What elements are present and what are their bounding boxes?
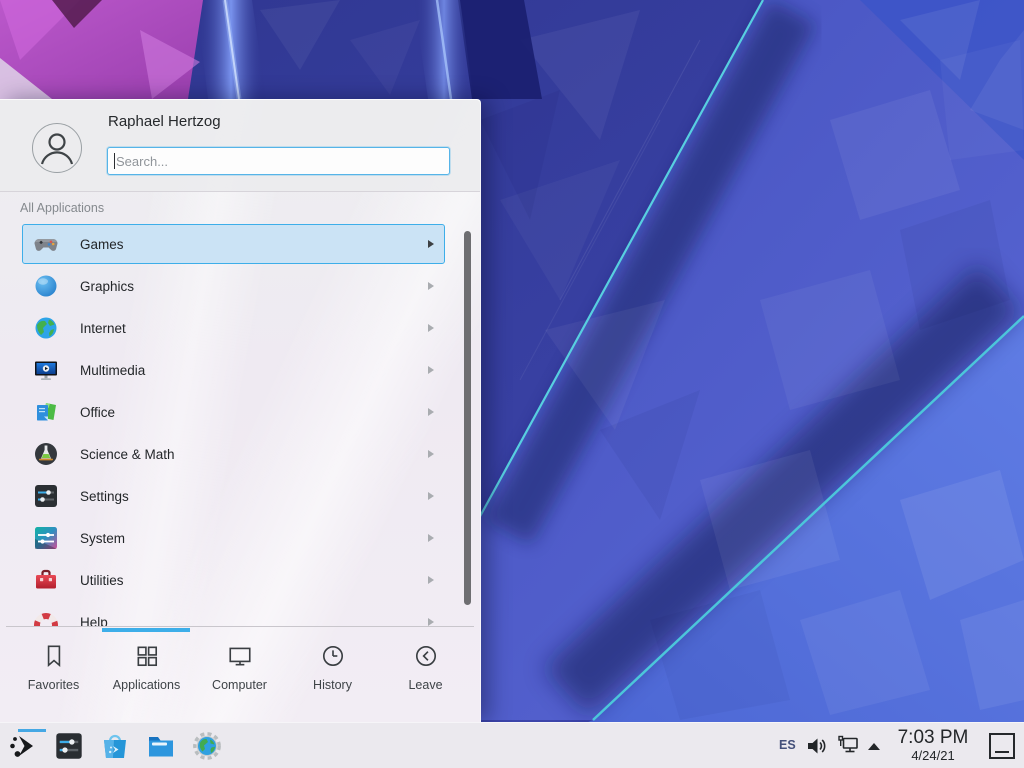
help-lifebuoy-icon (33, 609, 59, 626)
volume-tray-item[interactable] (805, 735, 827, 757)
monitor-icon (227, 643, 253, 669)
globe-icon (33, 315, 59, 341)
tab-label: Applications (113, 678, 180, 692)
application-category-list: Games Graphics (0, 224, 480, 626)
tab-applications[interactable]: Applications (100, 643, 193, 705)
clock-icon (320, 643, 346, 669)
launcher-header: Raphael Hertzog Search... (0, 100, 480, 192)
clock-date: 4/24/21 (888, 748, 978, 763)
menu-item-label: Multimedia (80, 363, 145, 378)
user-name: Raphael Hertzog (108, 113, 221, 130)
text-caret (114, 153, 115, 169)
tab-label: Computer (212, 678, 267, 692)
menu-item-label: Help (80, 615, 108, 627)
menu-item-internet[interactable]: Internet (22, 308, 445, 348)
network-icon (836, 734, 860, 758)
search-input[interactable]: Search... (107, 147, 450, 175)
system-settings-icon (54, 731, 84, 761)
digital-clock[interactable]: 7:03 PM 4/24/21 (888, 727, 978, 763)
tab-label: History (313, 678, 352, 692)
grid-icon (134, 643, 160, 669)
submenu-arrow-icon (428, 408, 434, 416)
footer-separator (6, 626, 474, 627)
active-task-indicator (18, 729, 46, 732)
desktop-screen: Raphael Hertzog Search... All Applicatio… (0, 0, 1024, 768)
discover-launcher[interactable] (99, 730, 131, 762)
menu-item-games[interactable]: Games (22, 224, 445, 264)
graphics-ball-icon (33, 273, 59, 299)
menu-item-science-math[interactable]: Science & Math (22, 434, 445, 474)
show-desktop-button[interactable] (989, 733, 1015, 759)
bookmark-icon (41, 643, 67, 669)
menu-item-graphics[interactable]: Graphics (22, 266, 445, 306)
menu-item-label: Internet (80, 321, 126, 336)
show-desktop-glyph (995, 751, 1009, 753)
submenu-arrow-icon (428, 450, 434, 458)
launcher-tabbar: Favorites Applications Computer (7, 643, 474, 705)
user-avatar[interactable] (32, 123, 82, 173)
tab-favorites[interactable]: Favorites (7, 643, 100, 705)
volume-icon (805, 735, 827, 757)
expand-tray-button[interactable] (866, 741, 882, 751)
settings-sliders-icon (33, 483, 59, 509)
leave-icon (413, 643, 439, 669)
menu-item-multimedia[interactable]: Multimedia (22, 350, 445, 390)
menu-item-label: Graphics (80, 279, 134, 294)
science-flask-icon (33, 441, 59, 467)
utilities-toolbox-icon (33, 567, 59, 593)
file-manager-launcher[interactable] (145, 730, 177, 762)
kde-launcher-icon (9, 731, 39, 761)
menu-item-label: Games (80, 237, 124, 252)
submenu-arrow-icon (428, 534, 434, 542)
section-label: All Applications (20, 201, 104, 215)
caret-up-icon (866, 741, 882, 751)
web-browser-icon (192, 731, 222, 761)
search-placeholder: Search... (116, 154, 168, 169)
menu-item-label: System (80, 531, 125, 546)
tab-leave[interactable]: Leave (379, 643, 472, 705)
office-documents-icon (33, 399, 59, 425)
submenu-arrow-icon (428, 324, 434, 332)
web-browser-launcher[interactable] (191, 730, 223, 762)
gamepad-icon (33, 231, 59, 257)
active-tab-indicator (102, 628, 190, 632)
menu-item-office[interactable]: Office (22, 392, 445, 432)
multimedia-monitor-icon (33, 357, 59, 383)
tab-label: Favorites (28, 678, 79, 692)
app-launcher-button[interactable] (8, 730, 40, 762)
system-settings-launcher[interactable] (53, 730, 85, 762)
submenu-arrow-icon (428, 282, 434, 290)
discover-icon (100, 731, 130, 761)
submenu-arrow-icon (428, 576, 434, 584)
menu-item-label: Science & Math (80, 447, 175, 462)
tab-label: Leave (408, 678, 442, 692)
menu-item-label: Utilities (80, 573, 124, 588)
submenu-arrow-icon (428, 240, 434, 248)
tab-computer[interactable]: Computer (193, 643, 286, 705)
submenu-arrow-icon (428, 366, 434, 374)
menu-item-label: Settings (80, 489, 129, 504)
submenu-arrow-icon (428, 492, 434, 500)
keyboard-layout-indicator[interactable]: ES (779, 738, 796, 752)
menu-item-system[interactable]: System (22, 518, 445, 558)
list-scrollbar[interactable] (464, 231, 471, 605)
tab-history[interactable]: History (286, 643, 379, 705)
network-tray-item[interactable] (836, 734, 860, 758)
menu-item-help[interactable]: Help (22, 602, 445, 626)
taskbar-panel: ES 7:03 PM 4/24/21 (0, 722, 1024, 768)
application-launcher-menu: Raphael Hertzog Search... All Applicatio… (0, 99, 481, 722)
menu-item-settings[interactable]: Settings (22, 476, 445, 516)
menu-item-label: Office (80, 405, 115, 420)
user-icon (33, 124, 81, 172)
menu-item-utilities[interactable]: Utilities (22, 560, 445, 600)
clock-time: 7:03 PM (888, 727, 978, 748)
submenu-arrow-icon (428, 618, 434, 626)
system-sliders-icon (33, 525, 59, 551)
file-manager-icon (146, 731, 176, 761)
